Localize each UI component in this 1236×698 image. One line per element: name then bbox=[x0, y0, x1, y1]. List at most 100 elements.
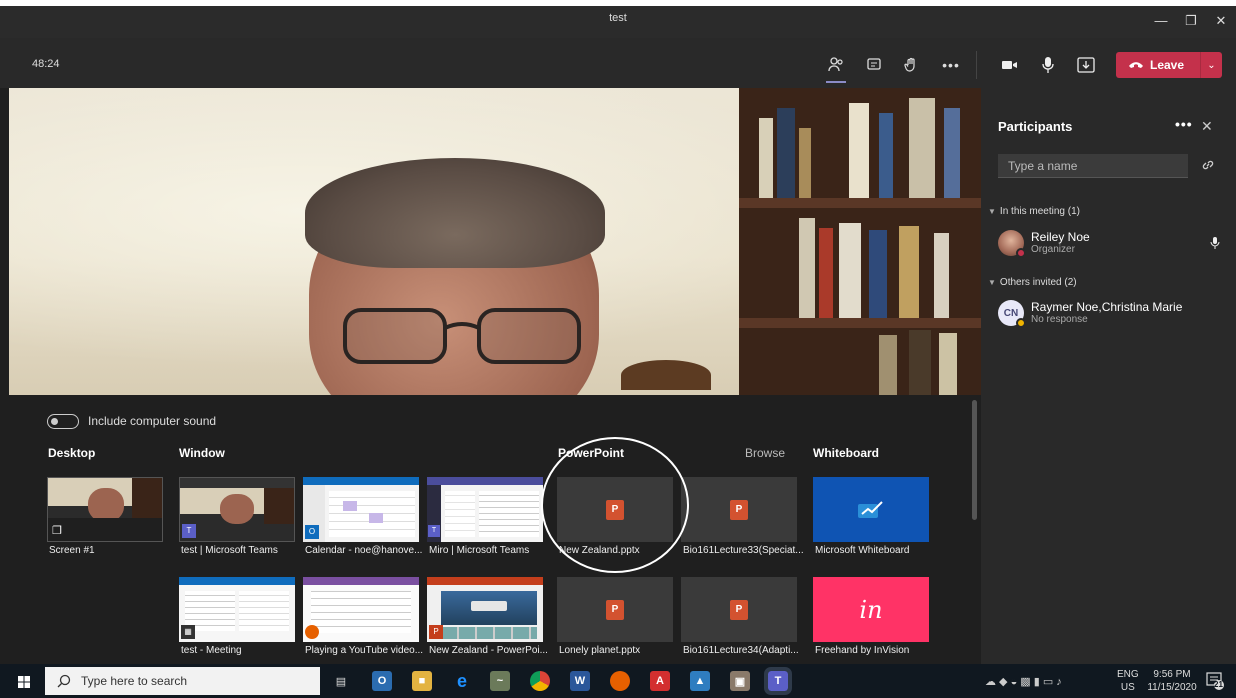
powerpoint-tile[interactable]: P bbox=[681, 477, 797, 542]
share-tray-icon bbox=[1077, 57, 1095, 73]
close-window-button[interactable]: ✕ bbox=[1210, 12, 1232, 30]
region-code: US bbox=[1120, 682, 1135, 693]
whiteboard-tile-label: Microsoft Whiteboard bbox=[815, 545, 910, 556]
taskbar-clock[interactable]: 9:56 PM 11/15/2020 bbox=[1144, 668, 1200, 694]
teams-taskbar-icon[interactable]: T bbox=[764, 667, 792, 695]
powerpoint-tile[interactable]: P bbox=[681, 577, 797, 642]
camera-button[interactable] bbox=[996, 51, 1024, 79]
calendar-icon: ▦ bbox=[181, 625, 195, 639]
invision-logo: in bbox=[859, 595, 883, 624]
powerpoint-tile-label: Bio161Lecture33(Speciat... bbox=[683, 545, 804, 556]
invision-tile[interactable]: in bbox=[813, 577, 929, 642]
powerpoint-tile[interactable]: P bbox=[557, 577, 673, 642]
meeting-toolbar: 48:24 ••• Leave ⌄ bbox=[0, 38, 1236, 88]
window-tile-label: New Zealand - PowerPoi... bbox=[429, 645, 548, 656]
participants-panel: Participants ••• ✕ ▼In this meeting (1) … bbox=[981, 88, 1236, 664]
participant-row[interactable]: CN Raymer Noe,Christina Marie No respons… bbox=[998, 300, 1228, 330]
participants-more-button[interactable]: ••• bbox=[1175, 116, 1193, 132]
outlook-taskbar-icon[interactable]: O bbox=[372, 671, 392, 691]
start-button[interactable] bbox=[18, 675, 30, 693]
clock-date: 11/15/2020 bbox=[1147, 682, 1197, 693]
leave-button[interactable]: Leave bbox=[1116, 58, 1200, 72]
acrobat-icon[interactable]: A bbox=[650, 671, 670, 691]
hand-icon bbox=[904, 57, 915, 72]
screen-share-icon: ❐ bbox=[52, 525, 62, 537]
share-desktop-tile[interactable]: ❐ bbox=[47, 477, 163, 542]
whiteboard-tile[interactable] bbox=[813, 477, 929, 542]
more-actions-button[interactable]: ••• bbox=[937, 51, 965, 79]
photo-viewer-icon[interactable]: ▲ bbox=[690, 671, 710, 691]
participants-icon bbox=[828, 57, 843, 72]
microphone-button[interactable] bbox=[1034, 51, 1062, 79]
include-sound-label: Include computer sound bbox=[88, 414, 217, 428]
action-center-button[interactable]: 21 bbox=[1206, 672, 1224, 695]
search-placeholder: Type here to search bbox=[81, 674, 188, 688]
leave-label: Leave bbox=[1150, 58, 1185, 72]
window-tile[interactable]: P bbox=[427, 577, 543, 642]
window-tile-label: Miro | Microsoft Teams bbox=[429, 545, 530, 556]
close-icon: ✕ bbox=[1201, 118, 1213, 134]
include-sound-toggle[interactable] bbox=[47, 414, 79, 429]
minimize-button[interactable]: — bbox=[1150, 12, 1172, 30]
window-heading: Window bbox=[179, 446, 225, 460]
clock-time: 9:56 PM bbox=[1153, 669, 1191, 680]
window-tile-label: test | Microsoft Teams bbox=[181, 545, 278, 556]
video-person-hair bbox=[305, 158, 605, 268]
chrome-icon[interactable] bbox=[530, 671, 550, 691]
share-content-button[interactable] bbox=[1072, 51, 1100, 79]
others-invited-section[interactable]: ▼ Others invited (2) bbox=[988, 277, 1077, 288]
chat-icon bbox=[867, 58, 881, 70]
in-meeting-section[interactable]: ▼ In this meeting (1) bbox=[988, 206, 1080, 217]
video-editor-icon[interactable]: ▣ bbox=[730, 671, 750, 691]
window-tile[interactable]: ▦ bbox=[179, 577, 295, 642]
window-tile[interactable] bbox=[303, 577, 419, 642]
leave-options-button[interactable]: ⌄ bbox=[1200, 52, 1222, 78]
edge-icon[interactable]: e bbox=[452, 671, 472, 691]
participant-role: Organizer bbox=[1031, 244, 1075, 255]
participants-title: Participants bbox=[998, 119, 1073, 134]
highlight-circle bbox=[541, 437, 689, 573]
taskbar-search-box[interactable]: Type here to search bbox=[45, 667, 320, 695]
video-bookshelf bbox=[739, 88, 981, 395]
share-tray: Include computer sound Desktop Window Po… bbox=[9, 395, 981, 664]
window-tile[interactable]: T bbox=[179, 477, 295, 542]
photos-app-icon[interactable]: ~ bbox=[490, 671, 510, 691]
share-invite-button[interactable] bbox=[1201, 158, 1215, 177]
file-explorer-icon[interactable]: ■ bbox=[412, 671, 432, 691]
link-icon bbox=[1202, 160, 1214, 170]
invision-tile-label: Freehand by InVision bbox=[815, 645, 910, 656]
window-tile[interactable]: O bbox=[303, 477, 419, 542]
tray-scrollbar[interactable] bbox=[972, 400, 977, 520]
outlook-icon: O bbox=[305, 525, 319, 539]
participant-name: Raymer Noe,Christina Marie bbox=[1031, 300, 1183, 314]
video-lamp bbox=[621, 360, 711, 390]
teams-icon: T bbox=[182, 524, 196, 538]
window-tile-label: Playing a YouTube video... bbox=[305, 645, 424, 656]
toolbar-divider bbox=[976, 51, 977, 79]
browse-link[interactable]: Browse bbox=[745, 446, 785, 460]
chevron-down-icon: ▼ bbox=[988, 207, 996, 216]
meeting-timer: 48:24 bbox=[32, 58, 60, 70]
powerpoint-icon: P bbox=[730, 599, 748, 620]
show-participants-button[interactable] bbox=[822, 51, 850, 83]
language-indicator[interactable]: ENG US bbox=[1117, 668, 1139, 694]
system-tray-icons[interactable]: ☁ ◆ ◒ ▩ ▮ ▭ ♪ bbox=[985, 675, 1062, 688]
participant-search-input[interactable] bbox=[998, 154, 1188, 178]
participant-row[interactable]: Reiley Noe Organizer bbox=[998, 230, 1228, 260]
ellipsis-icon: ••• bbox=[942, 57, 960, 73]
desktop-heading: Desktop bbox=[48, 446, 96, 460]
word-icon[interactable]: W bbox=[570, 671, 590, 691]
whiteboard-heading: Whiteboard bbox=[813, 446, 879, 460]
window-tile-label: Calendar - noe@hanove... bbox=[305, 545, 423, 556]
window-tile[interactable]: T bbox=[427, 477, 543, 542]
firefox-taskbar-icon[interactable] bbox=[610, 671, 630, 691]
title-bar: test — ❐ ✕ bbox=[0, 0, 1236, 38]
video-feed bbox=[9, 88, 981, 395]
task-view-button[interactable]: ▤ bbox=[331, 671, 351, 691]
restore-button[interactable]: ❐ bbox=[1180, 12, 1202, 30]
raise-hand-button[interactable] bbox=[897, 51, 925, 79]
whiteboard-icon bbox=[858, 500, 883, 518]
windows-icon bbox=[18, 676, 30, 688]
participants-close-button[interactable]: ✕ bbox=[1201, 118, 1213, 135]
show-conversation-button[interactable] bbox=[860, 51, 888, 79]
